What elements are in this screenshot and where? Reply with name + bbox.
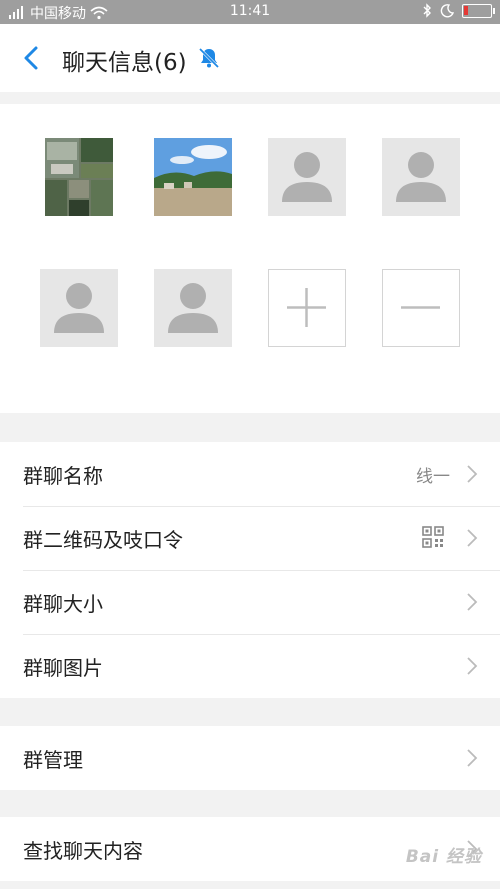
group-settings: 群聊名称 线一 群二维码及吱口令 群聊大小 群聊图片 [0,442,500,698]
group-name-label: 群聊名称 [23,463,103,488]
chevron-right-icon [467,657,478,675]
bell-off-icon[interactable] [197,46,221,70]
group-name-value: 线一 [416,466,450,487]
group-name-row[interactable]: 群聊名称 线一 [0,442,500,506]
status-bar: 中国移动 11:41 [0,0,500,24]
member-avatar[interactable] [154,138,232,216]
chevron-right-icon [467,749,478,767]
group-images-row[interactable]: 群聊图片 [0,634,500,698]
search-chat-label: 查找聊天内容 [23,838,143,863]
member-avatar[interactable] [40,269,118,347]
bluetooth-icon [423,3,431,18]
chevron-right-icon [467,593,478,611]
user-placeholder-icon [282,152,332,202]
remove-member-button[interactable] [382,269,460,347]
member-avatar[interactable] [45,138,113,216]
member-grid [0,104,500,413]
group-manage-section: 群管理 [0,726,500,790]
member-avatar[interactable] [382,138,460,216]
group-images-label: 群聊图片 [23,655,103,680]
watermark: Bai 经验 [405,847,482,867]
battery-icon [462,3,495,18]
group-size-label: 群聊大小 [23,591,103,616]
qr-code-icon [422,526,444,548]
user-placeholder-icon [168,283,218,333]
chevron-right-icon [467,465,478,483]
chevron-right-icon [467,529,478,547]
group-manage-label: 群管理 [23,747,83,772]
group-size-row[interactable]: 群聊大小 [0,570,500,634]
group-qr-label: 群二维码及吱口令 [23,527,183,552]
avatar-photo [45,138,113,216]
user-placeholder-icon [396,152,446,202]
plus-icon [287,288,326,327]
user-placeholder-icon [54,283,104,333]
group-manage-row[interactable]: 群管理 [0,726,500,790]
member-avatar[interactable] [154,269,232,347]
avatar-photo [154,138,232,216]
back-icon[interactable] [16,42,46,74]
minus-icon [401,306,440,309]
add-member-button[interactable] [268,269,346,347]
group-qr-row[interactable]: 群二维码及吱口令 [0,506,500,570]
page-title: 聊天信息(6) [62,50,187,76]
member-avatar[interactable] [268,138,346,216]
moon-icon [440,3,454,17]
app-header: 聊天信息(6) [0,24,500,92]
